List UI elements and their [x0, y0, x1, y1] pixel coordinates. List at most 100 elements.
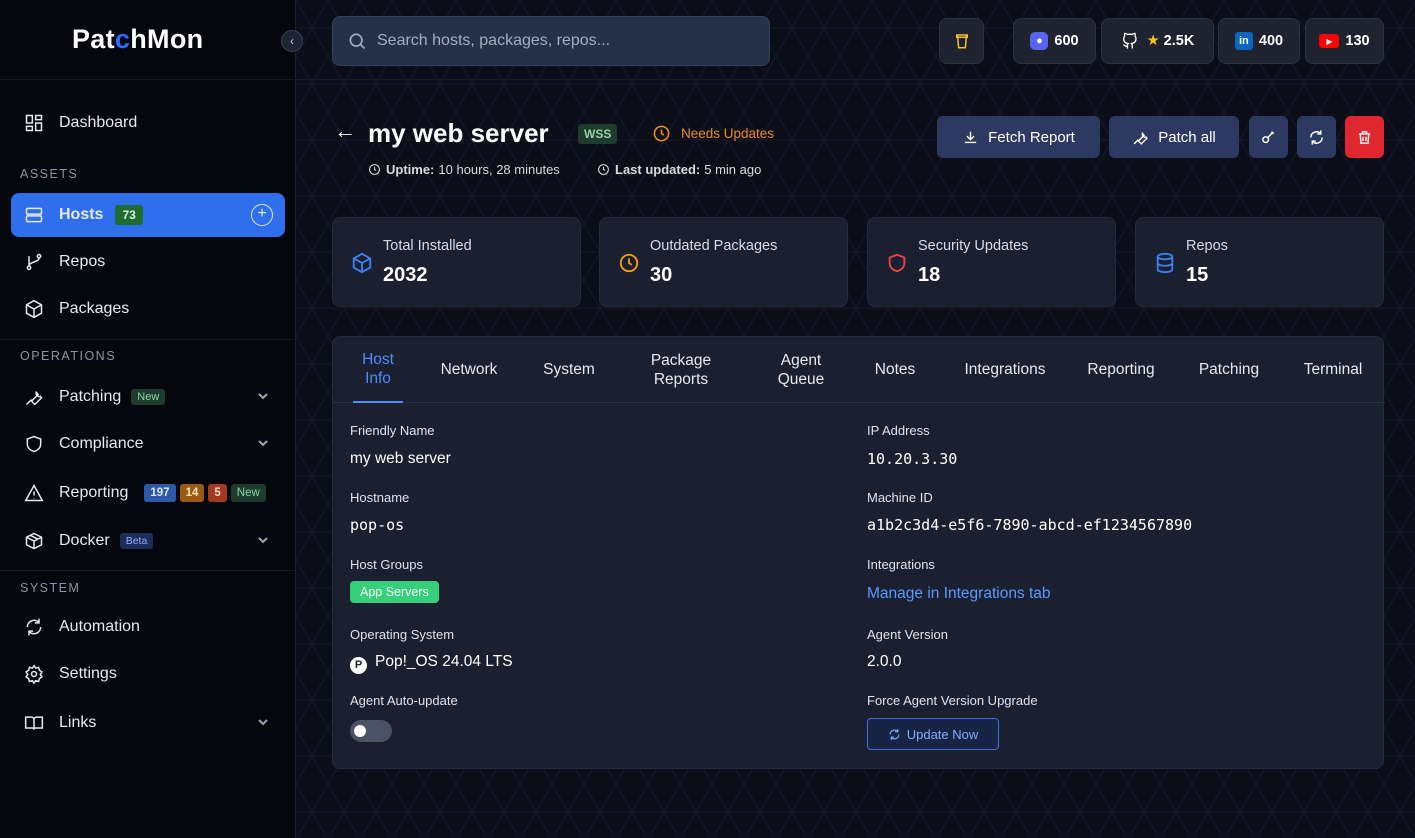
sidebar: PatchMon Dashboard ASSETS Hosts 73 + Rep… — [0, 0, 296, 838]
clock-icon — [618, 252, 640, 274]
collapse-sidebar-button[interactable]: ‹ — [281, 30, 303, 52]
sidebar-item-dashboard[interactable]: Dashboard — [11, 101, 285, 145]
clock-icon — [653, 125, 670, 142]
host-groups-label: Host Groups — [350, 557, 423, 572]
chevron-down-icon — [257, 533, 269, 545]
download-icon — [964, 131, 977, 143]
tab-network[interactable]: Network — [429, 337, 509, 403]
stat-label: Repos — [1186, 238, 1228, 254]
os-value: P Pop!_OS 24.04 LTS — [350, 653, 513, 674]
sidebar-item-label: Docker — [59, 532, 110, 549]
status-text: Needs Updates — [681, 126, 775, 141]
clock-icon — [369, 164, 380, 175]
stat-value: 18 — [918, 264, 941, 286]
patch-all-button[interactable]: Patch all — [1109, 116, 1239, 158]
sidebar-item-automation[interactable]: Automation — [11, 605, 285, 649]
tab-reporting[interactable]: Reporting — [1078, 337, 1164, 403]
server-icon — [23, 204, 45, 226]
back-arrow-icon[interactable]: ← — [334, 118, 356, 144]
tab-package-reports[interactable]: Package Reports — [638, 337, 724, 403]
section-label-system: SYSTEM — [20, 581, 81, 595]
sidebar-item-docker[interactable]: Docker Beta — [11, 519, 285, 563]
stat-value: 30 — [650, 264, 673, 286]
auto-update-toggle[interactable] — [350, 720, 392, 742]
hostname-label: Hostname — [350, 490, 410, 505]
reporting-count-badge: 5 — [208, 484, 227, 502]
delete-host-button[interactable] — [1345, 116, 1384, 158]
sidebar-item-patching[interactable]: Patching New — [11, 375, 285, 419]
manage-integrations-link[interactable]: Manage in Integrations tab — [867, 585, 1051, 603]
machine-id-value: a1b2c3d4-e5f6-7890-abcd-ef1234567890 — [867, 516, 1193, 534]
friendly-name-label: Friendly Name — [350, 423, 435, 438]
sidebar-item-settings[interactable]: Settings — [11, 652, 285, 696]
agent-version-label: Agent Version — [867, 627, 948, 642]
last-updated-meta: Last updated: 5 min ago — [597, 162, 761, 177]
database-icon — [1154, 252, 1176, 274]
tab-system[interactable]: System — [529, 337, 609, 403]
sidebar-item-label: Repos — [59, 253, 106, 270]
package-icon — [351, 252, 373, 274]
tab-notes[interactable]: Notes — [863, 337, 927, 403]
tab-agent-queue[interactable]: Agent Queue — [769, 337, 833, 403]
section-label-assets: ASSETS — [20, 167, 79, 181]
divider — [0, 339, 296, 340]
refresh-icon — [1310, 129, 1323, 145]
update-now-button[interactable]: Update Now — [867, 718, 999, 750]
chevron-down-icon — [257, 389, 269, 401]
sidebar-item-label: Automation — [59, 618, 140, 635]
divider — [0, 570, 296, 571]
reporting-count-badge: 197 — [144, 484, 176, 502]
book-icon — [23, 712, 45, 734]
sidebar-item-packages[interactable]: Packages — [11, 287, 285, 331]
fetch-report-label: Fetch Report — [988, 128, 1075, 146]
stat-card-repos[interactable]: Repos 15 — [1135, 217, 1384, 307]
tab-host-info[interactable]: Host Info — [353, 337, 403, 403]
stat-card-total-installed[interactable]: Total Installed 2032 — [332, 217, 581, 307]
uptime-label: Uptime: — [386, 162, 435, 177]
credentials-button[interactable] — [1249, 116, 1288, 158]
last-updated-value: 5 min ago — [704, 162, 762, 177]
friendly-name-value[interactable]: my web server — [350, 450, 451, 468]
host-tag-badge: WSS — [578, 124, 618, 144]
refresh-icon — [23, 616, 45, 638]
stat-label: Total Installed — [383, 238, 472, 254]
wrench-icon — [23, 386, 45, 408]
sidebar-item-hosts[interactable]: Hosts 73 + — [11, 193, 285, 237]
tab-patching[interactable]: Patching — [1189, 337, 1269, 403]
sidebar-item-label: Hosts — [59, 206, 104, 223]
app-logo[interactable]: PatchMon — [72, 24, 203, 55]
sidebar-item-compliance[interactable]: Compliance — [11, 422, 285, 466]
host-group-badge[interactable]: App Servers — [350, 581, 439, 603]
os-label: Operating System — [350, 627, 455, 642]
sidebar-item-label: Compliance — [59, 435, 144, 452]
patch-all-label: Patch all — [1158, 128, 1216, 146]
stat-card-security-updates[interactable]: Security Updates 18 — [867, 217, 1116, 307]
sidebar-item-repos[interactable]: Repos — [11, 240, 285, 284]
fetch-report-button[interactable]: Fetch Report — [937, 116, 1100, 158]
sidebar-item-label: Dashboard — [59, 114, 138, 131]
uptime-meta: Uptime: 10 hours, 28 minutes — [368, 162, 560, 177]
ip-address-value: 10.20.3.30 — [867, 450, 958, 468]
sidebar-item-label: Patching — [59, 388, 122, 405]
sidebar-item-label: Links — [59, 714, 97, 731]
stat-label: Security Updates — [918, 238, 1029, 254]
new-badge: New — [230, 484, 266, 502]
tab-integrations[interactable]: Integrations — [950, 337, 1060, 403]
tab-bar: Host Info Network System Package Reports… — [333, 337, 1385, 403]
sidebar-item-links[interactable]: Links — [11, 701, 285, 745]
key-icon — [1262, 130, 1274, 143]
chevron-down-icon — [257, 715, 269, 727]
sidebar-item-reporting[interactable]: Reporting 197 14 5 New — [11, 471, 285, 515]
new-badge: New — [131, 389, 166, 405]
ip-address-label: IP Address — [867, 423, 930, 438]
auto-update-label: Agent Auto-update — [350, 693, 458, 708]
hostname-value: pop-os — [350, 516, 405, 534]
force-upgrade-label: Force Agent Version Upgrade — [867, 693, 1038, 708]
stat-card-outdated-packages[interactable]: Outdated Packages 30 — [599, 217, 848, 307]
add-host-icon[interactable]: + — [251, 204, 273, 226]
os-text: Pop!_OS 24.04 LTS — [375, 653, 513, 670]
reporting-badges: 197 14 5 New — [144, 484, 269, 502]
refresh-button[interactable] — [1297, 116, 1336, 158]
tab-terminal[interactable]: Terminal — [1293, 337, 1373, 403]
page-title: my web server — [368, 118, 549, 148]
